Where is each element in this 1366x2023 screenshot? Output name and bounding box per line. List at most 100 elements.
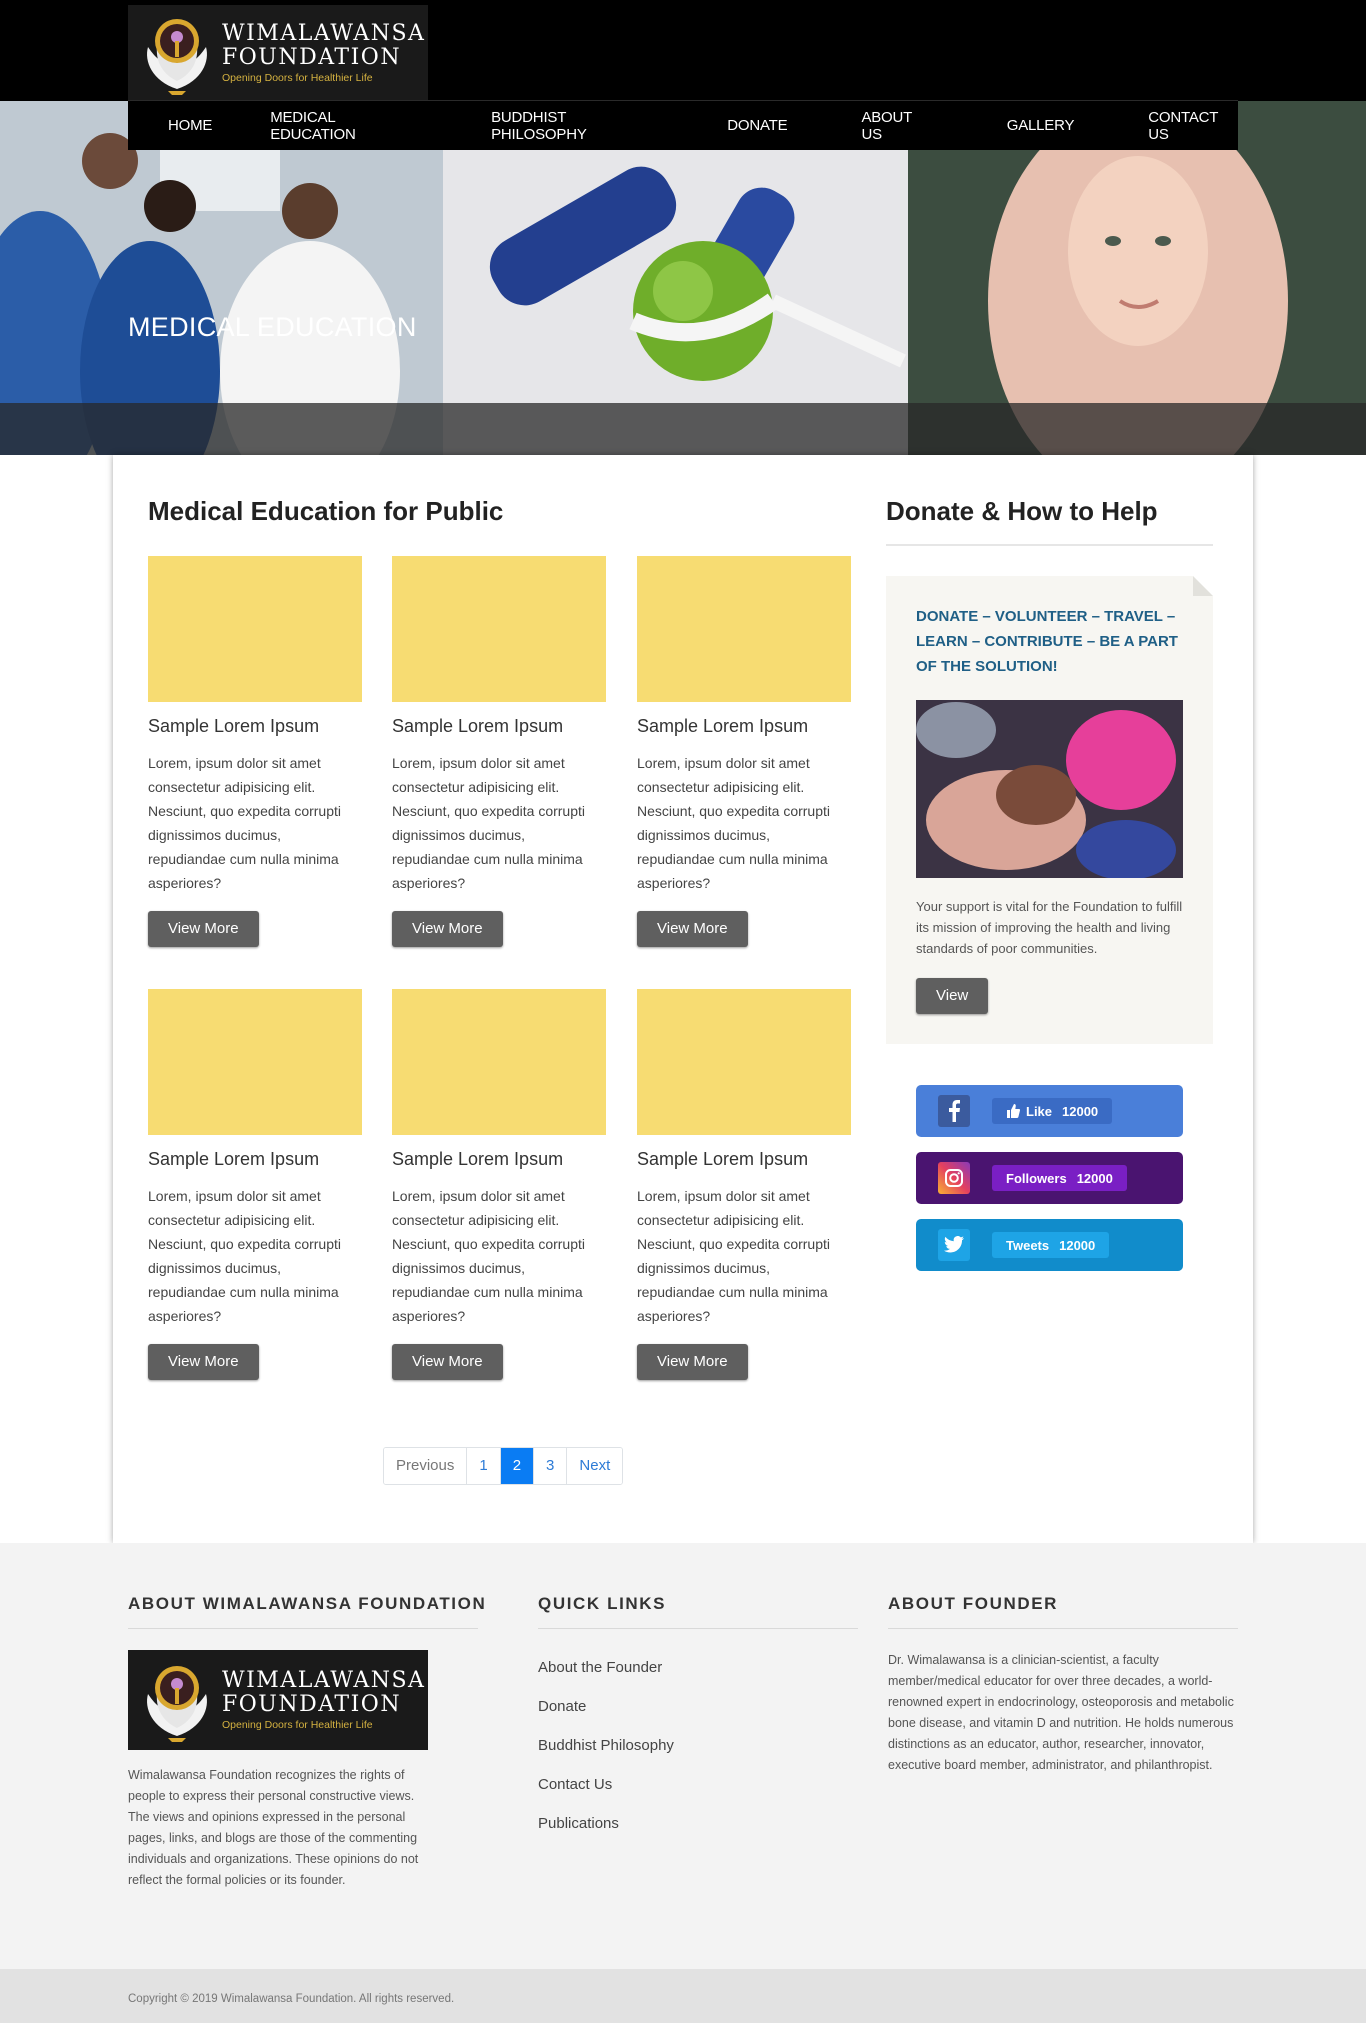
footer-brand-tagline: Opening Doors for Healthier Life: [222, 1719, 373, 1731]
card-title[interactable]: Sample Lorem Ipsum: [392, 716, 606, 737]
article-card: Sample Lorem Ipsum Lorem, ipsum dolor si…: [148, 556, 362, 947]
pagination-page-3[interactable]: 3: [534, 1448, 568, 1484]
pagination-page-2[interactable]: 2: [500, 1448, 535, 1484]
card-text: Lorem, ipsum dolor sit amet consectetur …: [148, 755, 341, 891]
nav-gallery[interactable]: GALLERY: [1007, 117, 1075, 134]
pagination-page-1[interactable]: 1: [467, 1448, 501, 1484]
card-title[interactable]: Sample Lorem Ipsum: [637, 716, 851, 737]
donate-text: Your support is vital for the Foundation…: [916, 899, 1183, 956]
view-more-button[interactable]: View More: [148, 1344, 259, 1380]
article-card: Sample Lorem Ipsum Lorem, ipsum dolor si…: [637, 989, 851, 1380]
card-image[interactable]: [637, 556, 851, 702]
hero-banner: [0, 101, 1366, 455]
footer-brand-line2: FOUNDATION: [222, 1692, 402, 1717]
card-text: Lorem, ipsum dolor sit amet consectetur …: [637, 755, 830, 891]
card-text: Lorem, ipsum dolor sit amet consectetur …: [392, 1188, 585, 1324]
view-more-button[interactable]: View More: [637, 911, 748, 947]
card-title[interactable]: Sample Lorem Ipsum: [148, 1149, 362, 1170]
footer-about-title: ABOUT WIMALAWANSA FOUNDATION: [128, 1594, 487, 1613]
view-more-button[interactable]: View More: [392, 1344, 503, 1380]
twitter-tweets-pill[interactable]: Tweets 12000: [992, 1232, 1110, 1258]
facebook-icon: [938, 1095, 970, 1127]
instagram-followers-pill[interactable]: Followers 12000: [992, 1165, 1127, 1191]
brand-tagline: Opening Doors for Healthier Life: [222, 71, 373, 84]
facebook-like-pill[interactable]: Like 12000: [992, 1098, 1113, 1124]
card-text: Lorem, ipsum dolor sit amet consectetur …: [148, 1188, 341, 1324]
card-image[interactable]: [148, 556, 362, 702]
footer-logo[interactable]: WIMALAWANSA FOUNDATION Opening Doors for…: [128, 1650, 428, 1750]
footer-links-title: QUICK LINKS: [538, 1594, 667, 1613]
section-title: Medical Education for Public: [148, 496, 504, 526]
sidebar-title: Donate & How to Help: [886, 496, 1158, 526]
pagination: Previous 1 2 3 Next: [383, 1447, 624, 1485]
card-text: Lorem, ipsum dolor sit amet consectetur …: [392, 755, 585, 891]
card-title[interactable]: Sample Lorem Ipsum: [637, 1149, 851, 1170]
footer-founder-title: ABOUT FOUNDER: [888, 1594, 1059, 1613]
footer-founder-text: Dr. Wimalawansa is a clinician-scientist…: [888, 1653, 1234, 1772]
corner-fold: [1193, 576, 1213, 596]
instagram-icon: [938, 1162, 970, 1194]
nav-buddhist-philosophy[interactable]: BUDDHIST PHILOSOPHY: [491, 109, 657, 143]
nav-home[interactable]: HOME: [168, 117, 212, 134]
nav-medical-education[interactable]: MEDICAL EDUCATION: [270, 109, 417, 143]
lotus-emblem-icon: [142, 1658, 212, 1742]
card-image[interactable]: [148, 989, 362, 1135]
card-title[interactable]: Sample Lorem Ipsum: [148, 716, 362, 737]
hero-image-doctors: [0, 101, 443, 455]
nav-contact-us[interactable]: CONTACT US: [1148, 109, 1238, 143]
page-hero-title: MEDICAL EDUCATION: [128, 312, 417, 342]
hero-image-woman: [908, 101, 1366, 455]
instagram-count: 12000: [1076, 1170, 1113, 1186]
main-nav: HOME MEDICAL EDUCATION BUDDHIST PHILOSOP…: [128, 100, 1238, 150]
footer-brand-line1: WIMALAWANSA: [222, 1668, 426, 1693]
footer-link-about-founder[interactable]: About the Founder: [538, 1648, 674, 1687]
site-logo[interactable]: WIMALAWANSA FOUNDATION Opening Doors for…: [128, 5, 428, 100]
article-card: Sample Lorem Ipsum Lorem, ipsum dolor si…: [637, 556, 851, 947]
twitter-label: Tweets: [1006, 1237, 1050, 1253]
view-more-button[interactable]: View More: [148, 911, 259, 947]
footer-about-text: Wimalawansa Foundation recognizes the ri…: [128, 1768, 419, 1887]
footer-quick-links: About the Founder Donate Buddhist Philos…: [538, 1648, 674, 1843]
donate-widget: DONATE – VOLUNTEER – TRAVEL – LEARN – CO…: [886, 576, 1213, 1044]
copyright-text: Copyright © 2019 Wimalawansa Foundation.…: [128, 1993, 455, 2005]
footer-link-buddhist-philosophy[interactable]: Buddhist Philosophy: [538, 1726, 674, 1765]
card-text: Lorem, ipsum dolor sit amet consectetur …: [637, 1188, 830, 1324]
footer-divider: [888, 1628, 1238, 1629]
donate-image: [916, 700, 1183, 878]
footer-divider: [128, 1628, 478, 1629]
nav-about-us[interactable]: ABOUT US: [861, 109, 932, 143]
lotus-emblem-icon: [142, 11, 212, 95]
twitter-count: 12000: [1059, 1237, 1096, 1253]
pagination-next[interactable]: Next: [567, 1448, 623, 1484]
pagination-previous[interactable]: Previous: [384, 1448, 468, 1484]
footer-link-publications[interactable]: Publications: [538, 1804, 674, 1843]
card-image[interactable]: [392, 556, 606, 702]
instagram-label: Followers: [1006, 1170, 1067, 1186]
hero-image-dumbbells: [443, 101, 908, 455]
brand-name-line2: FOUNDATION: [222, 44, 402, 70]
twitter-icon: [938, 1229, 970, 1261]
footer-link-contact-us[interactable]: Contact Us: [538, 1765, 674, 1804]
article-card: Sample Lorem Ipsum Lorem, ipsum dolor si…: [392, 556, 606, 947]
nav-donate[interactable]: DONATE: [727, 117, 787, 134]
view-more-button[interactable]: View More: [392, 911, 503, 947]
article-card: Sample Lorem Ipsum Lorem, ipsum dolor si…: [148, 989, 362, 1380]
sidebar-divider: [886, 544, 1213, 546]
facebook-like-widget[interactable]: Like 12000: [916, 1085, 1183, 1137]
donate-headline: DONATE – VOLUNTEER – TRAVEL – LEARN – CO…: [916, 608, 1178, 675]
facebook-label: Like: [1026, 1103, 1053, 1119]
card-title[interactable]: Sample Lorem Ipsum: [392, 1149, 606, 1170]
card-image[interactable]: [392, 989, 606, 1135]
hero-title-band: [0, 403, 1366, 455]
thumbs-up-icon: [1007, 1104, 1020, 1118]
view-more-button[interactable]: View More: [637, 1344, 748, 1380]
article-card: Sample Lorem Ipsum Lorem, ipsum dolor si…: [392, 989, 606, 1380]
facebook-count: 12000: [1062, 1103, 1099, 1119]
brand-name-line1: WIMALAWANSA: [222, 20, 426, 46]
twitter-tweets-widget[interactable]: Tweets 12000: [916, 1219, 1183, 1271]
card-image[interactable]: [637, 989, 851, 1135]
donate-view-button[interactable]: View: [916, 978, 989, 1014]
footer-link-donate[interactable]: Donate: [538, 1687, 674, 1726]
footer-divider: [538, 1628, 858, 1629]
instagram-followers-widget[interactable]: Followers 12000: [916, 1152, 1183, 1204]
